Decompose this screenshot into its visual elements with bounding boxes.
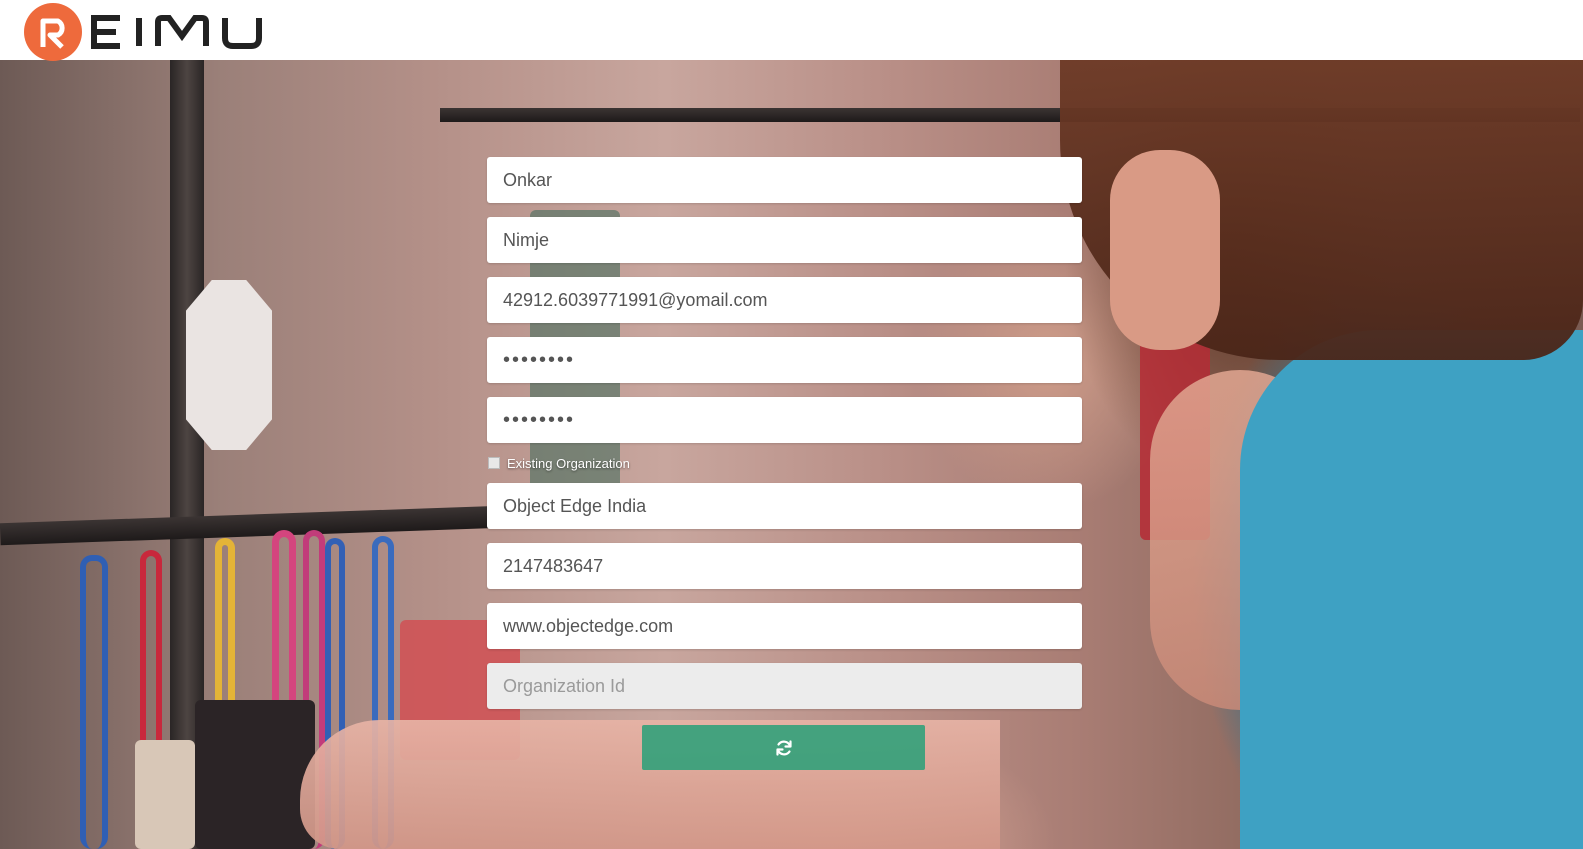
logo-mark [24, 3, 82, 61]
logo-letters [88, 14, 264, 50]
hanging-garment [135, 740, 195, 849]
reimu-logo[interactable] [24, 3, 264, 61]
organization-id-input [487, 663, 1082, 709]
existing-organization-label: Existing Organization [507, 455, 630, 471]
email-input[interactable] [487, 277, 1082, 323]
last-name-input[interactable] [487, 217, 1082, 263]
hanger [80, 555, 108, 849]
blue-top [1240, 330, 1583, 849]
submit-button[interactable] [642, 725, 925, 770]
hanging-garment [195, 700, 315, 849]
header [0, 0, 1583, 61]
phone-input[interactable] [487, 543, 1082, 589]
signup-form: •••••••• •••••••• Existing Organization [487, 157, 1082, 770]
existing-organization-row: Existing Organization [487, 451, 1082, 475]
woman-face [1110, 150, 1220, 350]
existing-organization-checkbox[interactable] [488, 457, 500, 469]
price-sign [186, 280, 272, 450]
confirm-password-input[interactable]: •••••••• [487, 397, 1082, 443]
website-input[interactable] [487, 603, 1082, 649]
first-name-input[interactable] [487, 157, 1082, 203]
refresh-icon [775, 739, 792, 756]
organization-name-input[interactable] [487, 483, 1082, 529]
password-input[interactable]: •••••••• [487, 337, 1082, 383]
